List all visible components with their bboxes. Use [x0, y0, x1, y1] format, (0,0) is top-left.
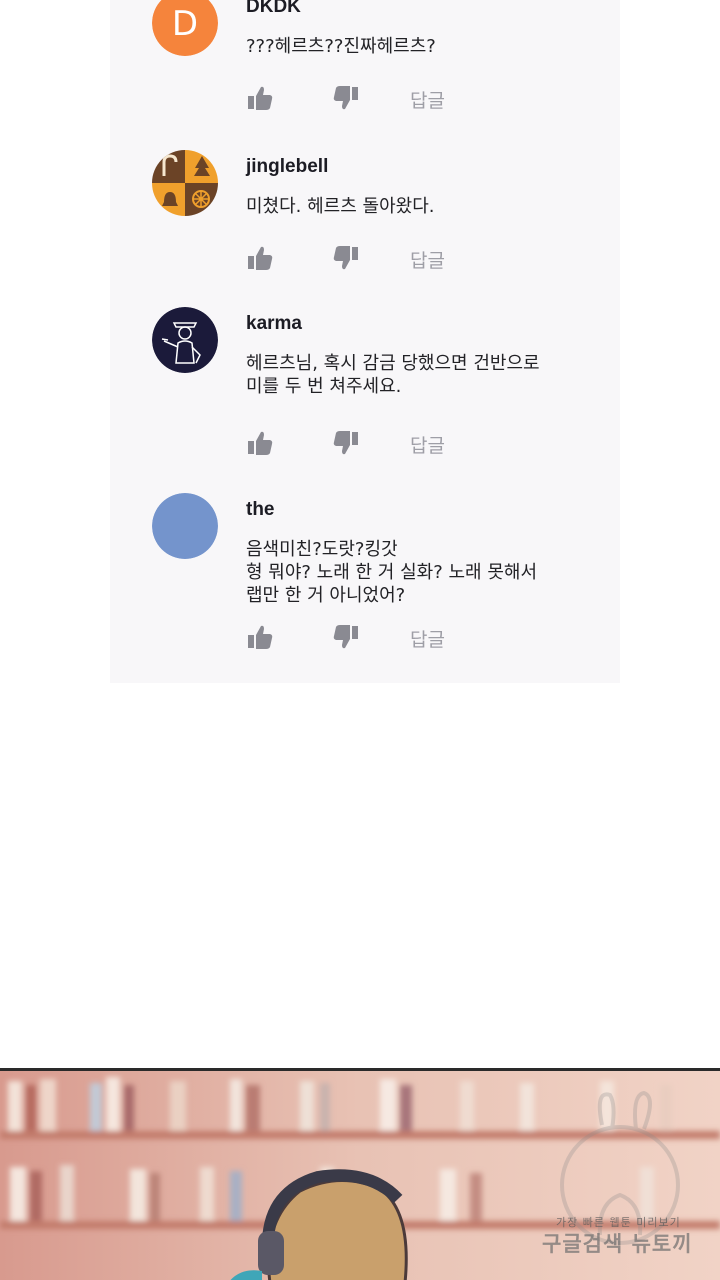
comment-section: D DKDK ???헤르츠??진짜헤르츠? 답글 jinglebell 미쳤다.…	[110, 0, 620, 683]
watermark-text: 구글검색 뉴토끼	[542, 1232, 693, 1256]
comment-username[interactable]: karma	[246, 313, 302, 335]
thumbs-up-icon[interactable]	[246, 429, 274, 457]
sketch-person-icon	[152, 307, 218, 373]
comment-actions: 답글	[246, 244, 486, 274]
reply-button[interactable]: 답글	[410, 246, 445, 273]
letter-avatar-icon: D	[152, 0, 218, 56]
thumbs-up-icon[interactable]	[246, 244, 274, 272]
comment-actions: 답글	[246, 429, 486, 459]
reply-button[interactable]: 답글	[410, 86, 445, 113]
plain-avatar-icon	[152, 493, 218, 559]
thumbs-down-icon[interactable]	[332, 429, 360, 457]
user-avatar[interactable]: D	[152, 0, 218, 56]
reply-button[interactable]: 답글	[410, 625, 445, 652]
user-avatar[interactable]	[152, 493, 218, 559]
thumbs-up-icon[interactable]	[246, 84, 274, 112]
comment-text: 미쳤다. 헤르츠 돌아왔다.	[246, 196, 435, 217]
thumbs-down-icon[interactable]	[332, 84, 360, 112]
comment-username[interactable]: DKDK	[246, 0, 301, 18]
comment-text: 헤르츠님, 혹시 감금 당했으면 건반으로 미를 두 번 쳐주세요.	[246, 353, 540, 397]
comment-actions: 답글	[246, 84, 486, 114]
comment-username[interactable]: the	[246, 499, 275, 521]
reply-button[interactable]: 답글	[410, 431, 445, 458]
comment-actions: 답글	[246, 623, 486, 653]
comment-text: ???헤르츠??진짜헤르츠?	[246, 36, 436, 57]
christmas-quadrant-icon	[152, 150, 218, 216]
user-avatar[interactable]	[152, 307, 218, 373]
user-avatar[interactable]	[152, 150, 218, 216]
comment-username[interactable]: jinglebell	[246, 156, 328, 178]
thumbs-down-icon[interactable]	[332, 623, 360, 651]
thumbs-up-icon[interactable]	[246, 623, 274, 651]
comment-text: 음색미친?도랏?킹갓 형 뭐야? 노래 한 거 실화? 노래 못해서 랩만 한 …	[246, 539, 537, 606]
avatar-letter: D	[172, 4, 198, 44]
thumbs-down-icon[interactable]	[332, 244, 360, 272]
